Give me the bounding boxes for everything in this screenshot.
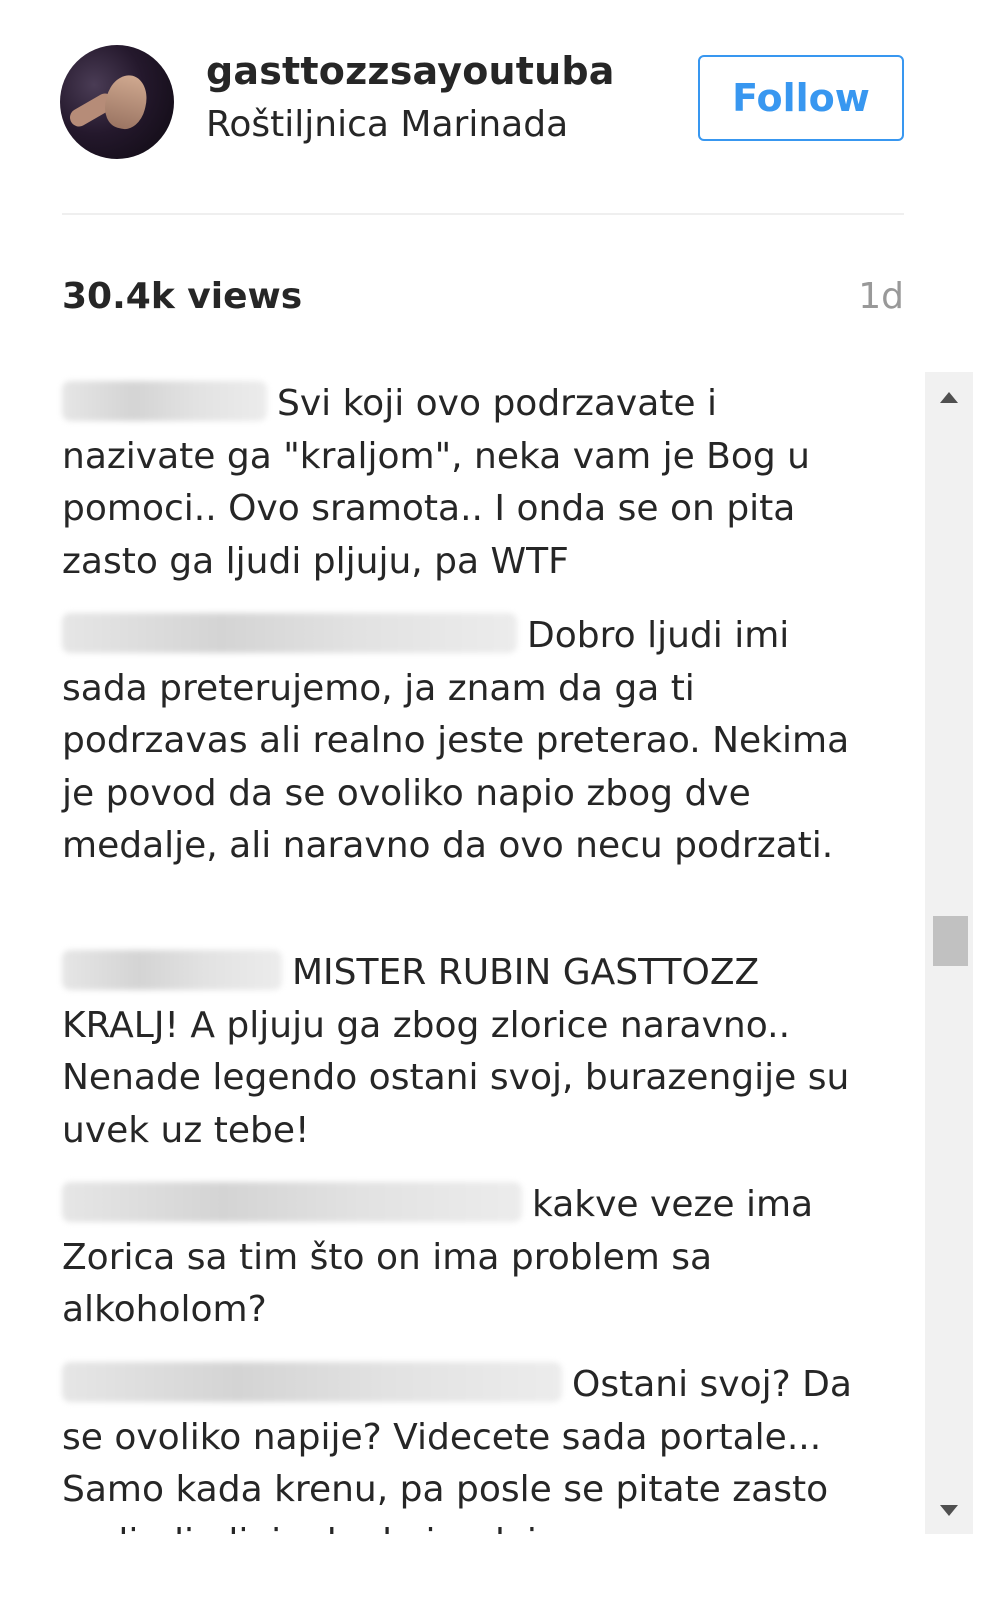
username-link[interactable]: gasttozzsayoutuba [206,49,615,93]
comment-item: Dobro ljudi imi sada preterujemo, ja zna… [62,610,862,873]
comment-list[interactable]: Svi koji ovo podrzavate i nazivate ga "k… [0,372,922,1534]
blurred-username[interactable] [62,1362,562,1402]
comment-item: Ostani svoj? Da se ovoliko napije? Videc… [62,1359,862,1534]
blurred-username[interactable] [62,1182,522,1222]
avatar-face [100,70,152,134]
comment-item: Svi koji ovo podrzavate i nazivate ga "k… [62,378,862,588]
scroll-thumb[interactable] [933,916,968,966]
blurred-username[interactable] [62,381,267,421]
post-header: gasttozzsayoutuba Roštiljnica Marinada F… [0,0,1000,220]
comment-item: MISTER RUBIN GASTTOZZ KRALJ! A pljuju ga… [62,947,862,1157]
header-divider [62,213,904,215]
view-count: 30.4k views [62,276,303,317]
post-time[interactable]: 1d [858,276,904,317]
scroll-down-arrow-icon[interactable] [940,1505,958,1516]
avatar[interactable] [60,45,174,159]
blurred-username[interactable] [62,613,517,653]
location-link[interactable]: Roštiljnica Marinada [206,104,568,145]
follow-button[interactable]: Follow [698,55,904,141]
blurred-username[interactable] [62,950,282,990]
comment-item: kakve veze ima Zorica sa tim što on ima … [62,1179,862,1337]
comments-scrollbar[interactable] [925,372,973,1534]
scroll-up-arrow-icon[interactable] [940,392,958,403]
